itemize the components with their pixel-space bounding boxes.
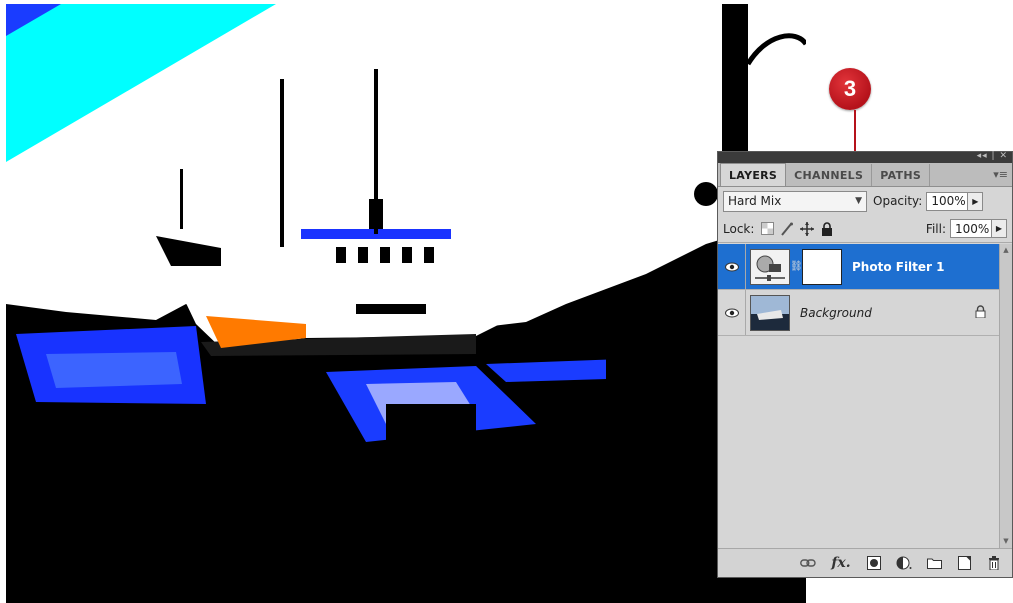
mask-link-icon[interactable]: ⛓	[790, 261, 803, 272]
tab-channels[interactable]: CHANNELS	[786, 164, 873, 186]
fx-icon[interactable]: fx.	[830, 555, 852, 571]
lock-position-icon[interactable]	[800, 221, 815, 236]
scroll-down-icon[interactable]: ▼	[1001, 537, 1011, 547]
tab-label: CHANNELS	[794, 168, 864, 182]
blend-mode-value: Hard Mix	[728, 194, 782, 208]
fill-slider-button[interactable]: ▶	[992, 219, 1007, 238]
link-layers-icon[interactable]	[800, 555, 816, 571]
tab-paths[interactable]: PATHS	[872, 164, 931, 186]
lock-label: Lock:	[723, 221, 755, 236]
canvas-image	[6, 4, 806, 603]
panel-bottom-toolbar: fx.	[718, 548, 1012, 577]
trash-icon[interactable]	[986, 555, 1002, 571]
fill-label: Fill:	[925, 221, 946, 236]
adjustment-layer-icon[interactable]	[896, 555, 912, 571]
lock-transparency-icon[interactable]	[760, 222, 774, 236]
scroll-up-icon[interactable]: ▲	[1001, 246, 1011, 256]
panel-tabs: LAYERS CHANNELS PATHS ▾≡	[718, 163, 1012, 187]
new-layer-icon[interactable]	[956, 555, 972, 571]
blend-options-row: Hard Mix ▼ Opacity: 100% ▶	[718, 187, 1012, 215]
add-mask-icon[interactable]	[866, 555, 882, 571]
layer-mask-thumbnail[interactable]	[802, 248, 842, 285]
background-image-thumbnail	[750, 294, 790, 331]
visibility-eye-icon[interactable]	[718, 290, 746, 335]
chevron-down-icon: ▼	[855, 196, 862, 206]
tab-label: PATHS	[880, 168, 922, 182]
fill-value: 100%	[955, 221, 990, 236]
adjustment-layer-thumbnail-icon	[750, 248, 790, 285]
blend-mode-dropdown[interactable]: Hard Mix ▼	[723, 190, 867, 212]
tab-layers[interactable]: LAYERS	[720, 163, 787, 186]
panel-titlebar[interactable]: ◂◂ | ✕	[718, 151, 1012, 163]
layer-name[interactable]: Photo Filter 1	[852, 260, 944, 274]
layer-row-background[interactable]: Background	[718, 290, 1000, 336]
opacity-value: 100%	[931, 194, 966, 208]
new-group-icon[interactable]	[926, 555, 942, 571]
layer-row-photo-filter[interactable]: ⛓ Photo Filter 1	[718, 244, 1000, 290]
layer-name[interactable]: Background	[800, 306, 872, 320]
opacity-slider-button[interactable]: ▶	[968, 191, 984, 211]
collapse-panel-icon[interactable]: ◂◂ | ✕	[977, 151, 1008, 161]
layer-locked-icon	[975, 305, 986, 321]
opacity-label: Opacity:	[873, 194, 923, 208]
panel-menu-icon[interactable]: ▾≡	[993, 168, 1008, 181]
opacity-input[interactable]: 100%	[926, 191, 969, 211]
visibility-eye-icon[interactable]	[718, 244, 746, 289]
step-callout-badge: 3	[829, 68, 871, 110]
document-canvas[interactable]	[6, 4, 806, 603]
callout-number: 3	[843, 76, 857, 101]
layers-list: ⛓ Photo Filter 1 Background	[718, 244, 1000, 549]
fill-input[interactable]: 100%	[950, 219, 992, 238]
lock-image-pixels-icon[interactable]	[780, 222, 794, 236]
lock-all-icon[interactable]	[820, 221, 834, 236]
layers-panel: ◂◂ | ✕ LAYERS CHANNELS PATHS ▾≡ Hard Mix…	[717, 151, 1013, 578]
layers-scrollbar[interactable]: ▲ ▼	[999, 244, 1012, 549]
tab-label: LAYERS	[729, 168, 778, 182]
lock-options-row: Lock: Fill: 100% ▶	[718, 215, 1012, 243]
